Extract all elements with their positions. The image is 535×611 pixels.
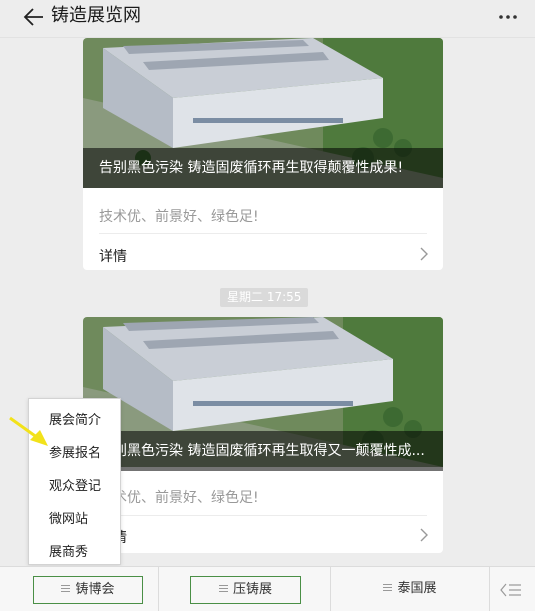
submenu-item-exhibitor-registration[interactable]: 参展报名 bbox=[49, 442, 101, 461]
card-description: 技术优、前景好、绿色足! bbox=[99, 490, 259, 506]
menu-item-label: 压铸展 bbox=[232, 582, 272, 597]
card-description: 技术优、前景好、绿色足! bbox=[99, 209, 259, 225]
article-card-2[interactable]: 告别黑色污染 铸造固废循环再生取得又一颠覆性成... 技术优、前景好、绿色足! … bbox=[83, 317, 443, 553]
back-arrow-icon[interactable] bbox=[22, 5, 46, 29]
card-divider bbox=[99, 233, 427, 234]
title-bar: 铸造展览网 bbox=[0, 0, 535, 38]
menu-separator bbox=[330, 567, 331, 611]
timestamp: 星期二 17:55 bbox=[220, 288, 309, 307]
card-caption: 告别黑色污染 铸造固废循环再生取得颠覆性成果! bbox=[83, 148, 443, 188]
menu-lines-icon bbox=[218, 585, 228, 592]
submenu-item-micro-site[interactable]: 微网站 bbox=[49, 508, 88, 527]
chevron-right-icon bbox=[420, 528, 428, 542]
menu-item-thailand-expo[interactable]: 泰国展 bbox=[355, 576, 465, 604]
menu-separator bbox=[489, 567, 490, 611]
submenu-item-visitor-registration[interactable]: 观众登记 bbox=[49, 475, 101, 494]
submenu-item-expo-intro[interactable]: 展会简介 bbox=[49, 409, 101, 428]
menu-item-die-casting-expo[interactable]: 压铸展 bbox=[190, 576, 301, 604]
menu-lines-icon bbox=[61, 585, 71, 592]
card-divider bbox=[99, 515, 427, 516]
bottom-menu-bar: 铸博会 压铸展 泰国展 bbox=[0, 566, 535, 611]
chevron-right-icon bbox=[420, 247, 428, 261]
menu-item-label: 泰国展 bbox=[397, 581, 437, 596]
card-detail-label: 详情 bbox=[99, 249, 127, 265]
menu-item-foundry-expo[interactable]: 铸博会 bbox=[33, 576, 143, 604]
card-caption: 告别黑色污染 铸造固废循环再生取得又一颠覆性成... bbox=[83, 431, 443, 471]
menu-item-label: 铸博会 bbox=[75, 582, 115, 597]
menu-lines-icon bbox=[383, 584, 393, 591]
article-card-1[interactable]: 告别黑色污染 铸造固废循环再生取得颠覆性成果! 技术优、前景好、绿色足! 详情 bbox=[83, 38, 443, 270]
submenu-item-exhibitor-show[interactable]: 展商秀 bbox=[49, 541, 88, 560]
menu-separator bbox=[158, 567, 159, 611]
pointer-arrow-icon bbox=[9, 416, 48, 446]
page-title: 铸造展览网 bbox=[51, 5, 141, 26]
keyboard-toggle-icon[interactable] bbox=[500, 581, 522, 599]
more-options-icon[interactable] bbox=[497, 8, 519, 26]
